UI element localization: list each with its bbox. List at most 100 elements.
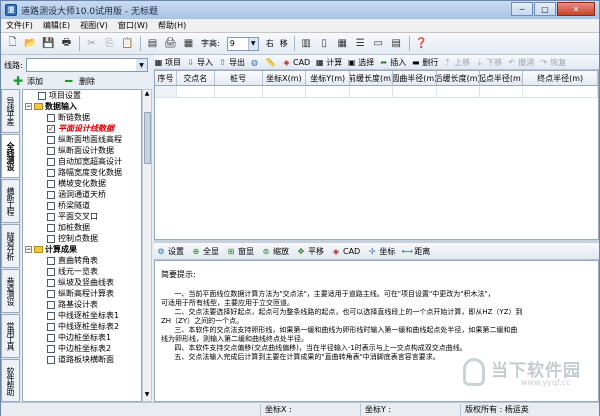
tree-item[interactable]: 项目设置: [23, 90, 141, 101]
cad-export-button[interactable]: ◈ CAD: [331, 246, 360, 256]
font-height-select[interactable]: 9 ▼: [226, 36, 259, 51]
checkbox[interactable]: [47, 146, 55, 155]
fit-all-button[interactable]: ⊕ 全显: [191, 246, 219, 257]
redo-button[interactable]: ↷ 恢复: [539, 57, 566, 68]
tree-item[interactable]: 纵断高程计算表: [23, 288, 141, 299]
cut-icon[interactable]: ✂: [83, 35, 100, 52]
zoom-button[interactable]: ⊚ 缩放: [261, 246, 289, 257]
scroll-up-icon[interactable]: ▲: [143, 90, 151, 100]
column-header[interactable]: 交点名: [177, 71, 215, 85]
tree-item[interactable]: 加桩数据: [23, 222, 141, 233]
tree-item[interactable]: 纵断面设计数据: [23, 145, 141, 156]
checkbox[interactable]: [47, 311, 55, 320]
print-icon[interactable]: 🖨: [162, 35, 179, 52]
tree-item[interactable]: 涵洞通道天桥: [23, 189, 141, 200]
checkbox[interactable]: [47, 267, 55, 276]
add-icon[interactable]: ✚: [13, 74, 23, 88]
menu-edit[interactable]: 编辑(E): [38, 20, 75, 31]
new-file-icon[interactable]: 🗋: [4, 35, 21, 52]
tree-item[interactable]: 道路板块横断面: [23, 354, 141, 365]
add-button[interactable]: 添加: [27, 76, 43, 87]
menu-window[interactable]: 窗口(W): [113, 20, 153, 31]
column-header[interactable]: 前缓长度(m): [350, 71, 393, 85]
tree-item[interactable]: 桥梁隧道: [23, 200, 141, 211]
grid-view-icon[interactable]: ▦: [334, 35, 351, 52]
tab-full-line[interactable]: 全线测设: [1, 134, 20, 178]
delete-button[interactable]: 删除: [79, 76, 95, 87]
tree-item[interactable]: 平面交叉口: [23, 211, 141, 222]
collapse-icon[interactable]: −: [25, 246, 32, 253]
checkbox[interactable]: [47, 355, 55, 364]
minus-icon[interactable]: ━: [65, 74, 75, 88]
table-icon[interactable]: ▥: [298, 35, 315, 52]
tree-item[interactable]: 直曲转角表: [23, 255, 141, 266]
checked-icon[interactable]: ✓: [47, 124, 55, 133]
copy-icon[interactable]: ⎘: [101, 35, 118, 52]
table-row[interactable]: [155, 86, 598, 98]
checkbox[interactable]: [47, 223, 55, 232]
scroll-thumb[interactable]: [144, 112, 151, 164]
checkbox[interactable]: [47, 179, 55, 188]
tree-item[interactable]: 线元一览表: [23, 266, 141, 277]
distance-button[interactable]: ⟷ 距离: [401, 246, 430, 257]
cad-button[interactable]: ◈ CAD: [282, 58, 310, 67]
tab-traverse[interactable]: 导线平差: [1, 89, 20, 133]
insert-button[interactable]: ➦ 插入: [379, 57, 406, 68]
paste-icon[interactable]: 📋: [119, 35, 136, 52]
checkbox[interactable]: [47, 289, 55, 298]
column-header[interactable]: 终点半径(m): [523, 71, 598, 85]
data-table[interactable]: 序号 交点名 桩号 坐标X(m) 坐标Y(m) 前缓长度(m) 圆曲半径(m) …: [154, 70, 599, 240]
window-zoom-button[interactable]: ⊞ 窗显: [226, 246, 254, 257]
open-folder-icon[interactable]: 📂: [22, 35, 39, 52]
tree-item[interactable]: 中线逐桩坐标表1: [23, 310, 141, 321]
tree-item[interactable]: 纵断面地面线高程: [23, 134, 141, 145]
line-select[interactable]: ▼: [26, 58, 148, 72]
column-header[interactable]: 序号: [155, 71, 177, 85]
checkbox[interactable]: [47, 157, 55, 166]
column-header[interactable]: 起点半径(m): [480, 71, 524, 85]
move-button[interactable]: 移: [280, 38, 288, 49]
checkbox[interactable]: [38, 91, 46, 100]
column-header[interactable]: 圆曲半径(m): [393, 71, 437, 85]
maximize-button[interactable]: □: [534, 2, 556, 16]
page-setup-icon[interactable]: ▦: [180, 35, 197, 52]
tree-item[interactable]: 横坡变化数据: [23, 178, 141, 189]
checkbox[interactable]: [47, 212, 55, 221]
select-button[interactable]: ▣ 选择: [347, 57, 374, 68]
checkbox[interactable]: [47, 278, 55, 287]
import-button[interactable]: ⇩ 导入: [186, 57, 213, 68]
tree-group[interactable]: − 计算成果: [23, 244, 141, 255]
checkbox[interactable]: [47, 256, 55, 265]
menu-help[interactable]: 帮助(H): [153, 20, 191, 31]
scroll-down-icon[interactable]: ▼: [143, 391, 151, 401]
checkbox[interactable]: [47, 300, 55, 309]
collapse-icon[interactable]: −: [25, 103, 32, 110]
checkbox[interactable]: [47, 333, 55, 342]
globe-button[interactable]: ◍: [250, 58, 261, 67]
tree-item[interactable]: 断链数据: [23, 112, 141, 123]
tab-roadway[interactable]: 巷道测设: [1, 269, 20, 313]
tree-item[interactable]: 中边桩坐标表2: [23, 343, 141, 354]
ruler-button[interactable]: 📏: [266, 58, 277, 67]
tab-help[interactable]: 软件帮助: [1, 359, 20, 402]
close-button[interactable]: ✕: [557, 2, 595, 16]
checkbox[interactable]: [47, 344, 55, 353]
tile-icon[interactable]: ▤: [388, 35, 405, 52]
move-down-button[interactable]: ⇣ 下移: [475, 57, 502, 68]
align-right-button[interactable]: 右: [266, 38, 274, 49]
pan-button[interactable]: ✥ 平移: [296, 246, 324, 257]
tree-item-selected[interactable]: ✓ 平面设计线数据: [23, 123, 141, 134]
column-icon[interactable]: ▯: [316, 35, 333, 52]
undo-button[interactable]: ↶ 撤消: [507, 57, 534, 68]
checkbox[interactable]: [47, 168, 55, 177]
checkbox[interactable]: [47, 135, 55, 144]
menu-view[interactable]: 视图(V): [75, 20, 113, 31]
tree-item[interactable]: 中线逐桩坐标表2: [23, 321, 141, 332]
tree-item[interactable]: 路幅宽度变化数据: [23, 167, 141, 178]
window-icon[interactable]: ▭: [370, 35, 387, 52]
checkbox[interactable]: [47, 322, 55, 331]
move-up-button[interactable]: ⇡ 上移: [443, 57, 470, 68]
column-header[interactable]: 桩号: [215, 71, 263, 85]
project-button[interactable]: ▦ 项目: [154, 57, 181, 68]
column-header[interactable]: 后缓长度(m): [437, 71, 480, 85]
